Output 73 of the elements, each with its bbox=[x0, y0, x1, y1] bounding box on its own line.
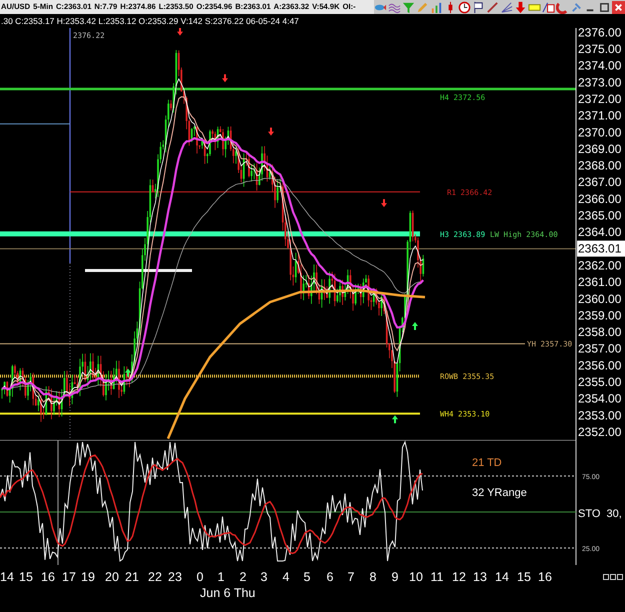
down-arrow-icon bbox=[177, 28, 183, 36]
time-axis-label: 15 bbox=[517, 570, 531, 584]
time-axis-label: 19 bbox=[81, 570, 95, 584]
down-arrow-icon bbox=[268, 128, 274, 136]
price-axis-label: 2367.00 bbox=[578, 175, 622, 190]
time-axis-label: 16 bbox=[41, 570, 55, 584]
time-axis-label: 11 bbox=[430, 570, 444, 584]
time-axis-label: 8 bbox=[370, 570, 376, 584]
time-axis-label: 5 bbox=[304, 570, 310, 584]
time-axis-label: 16 bbox=[538, 570, 552, 584]
time-axis-label: 4 bbox=[282, 570, 290, 584]
price-axis-label: 2354.00 bbox=[578, 392, 622, 406]
time-axis-label: 2 bbox=[240, 570, 246, 584]
current-price-tag: 2363.01 bbox=[577, 240, 625, 257]
time-axis-label: 14 bbox=[0, 570, 14, 584]
time-axis-label: 7 bbox=[348, 570, 354, 584]
fan-lines-icon[interactable] bbox=[500, 0, 513, 14]
time-axis-label: 20 bbox=[105, 570, 119, 584]
price-axis-label: 2365.00 bbox=[578, 208, 622, 222]
flag-icon[interactable] bbox=[472, 0, 485, 14]
price-axis-label: 2366.00 bbox=[578, 192, 622, 206]
line-box-icon[interactable] bbox=[542, 0, 555, 14]
indicator-label: 32 YRange bbox=[472, 487, 527, 499]
time-axis-label: 13 bbox=[473, 570, 487, 584]
price-axis-label: 2374.00 bbox=[578, 58, 622, 73]
time-axis-label: 3 bbox=[260, 570, 268, 584]
time-axis-label: 14 bbox=[495, 570, 509, 584]
time-axis-label: 1 bbox=[218, 570, 224, 584]
time-axis-label: 6 bbox=[326, 570, 334, 584]
date-label: Jun 6 Thu bbox=[200, 586, 256, 600]
down-arrow-icon[interactable] bbox=[514, 0, 527, 14]
bar-info-text: .30 C:2353.17 H:2353.42 L:2353.12 O:2353.29 V:142 S:2376.22 06-05-24 4:47 bbox=[1, 16, 299, 26]
price-axis-label: 2368.00 bbox=[578, 158, 622, 173]
bar-chart-icon[interactable] bbox=[430, 0, 443, 14]
maximize-icon[interactable] bbox=[598, 0, 611, 14]
price-axis-label: 2361.00 bbox=[578, 275, 622, 290]
price-axis-label: 2370.00 bbox=[578, 125, 622, 140]
time-axis-label: 9 bbox=[392, 570, 398, 584]
price-axis-label: 2364.00 bbox=[578, 225, 622, 240]
time-axis-label: 21 bbox=[125, 570, 139, 584]
price-axis-label: 2358.00 bbox=[578, 325, 622, 340]
price-axis-label: 2372.00 bbox=[578, 92, 622, 106]
price-axis-label: 2352.00 bbox=[578, 424, 622, 439]
down-arrow-icon bbox=[222, 74, 228, 82]
price-axis-label: 2376.00 bbox=[578, 28, 622, 40]
price-axis-label: 2369.00 bbox=[578, 142, 622, 156]
price-axis-label: 2359.00 bbox=[578, 308, 622, 322]
price-axis-label: 2371.00 bbox=[578, 108, 622, 123]
time-axis-label: 17 bbox=[62, 570, 76, 584]
time-axis-label: 10 bbox=[409, 570, 423, 584]
time-axis-label: 23 bbox=[168, 570, 182, 584]
price-axis-label: 2360.00 bbox=[578, 292, 622, 306]
price-axis-label: 2356.00 bbox=[578, 358, 622, 372]
time-axis-label: 15 bbox=[19, 570, 33, 584]
small-squares-icon[interactable] bbox=[603, 574, 623, 580]
time-axis-label: 0 bbox=[196, 570, 204, 584]
up-arrow-icon bbox=[392, 415, 398, 424]
price-axis-label: 2362.00 bbox=[578, 258, 622, 272]
price-axis-label: 2357.00 bbox=[578, 342, 622, 356]
price-axis-label: 2355.00 bbox=[578, 375, 622, 389]
price-axis-label: 2373.00 bbox=[578, 75, 622, 90]
price-axis-label: 2353.00 bbox=[578, 408, 622, 422]
oscillator-name: STO 30, bbox=[578, 508, 622, 520]
time-axis-label: 22 bbox=[148, 570, 162, 584]
clock-icon[interactable] bbox=[458, 0, 471, 14]
up-arrow-icon bbox=[125, 368, 131, 377]
up-arrow-icon bbox=[412, 322, 418, 330]
time-axis-label: 12 bbox=[452, 570, 466, 584]
close-icon[interactable] bbox=[612, 0, 625, 14]
down-arrow-icon bbox=[381, 199, 387, 208]
indicator-label: 21 TD bbox=[472, 457, 502, 469]
line-tool-icon[interactable] bbox=[486, 0, 499, 14]
price-axis-label: 2375.00 bbox=[578, 42, 622, 56]
